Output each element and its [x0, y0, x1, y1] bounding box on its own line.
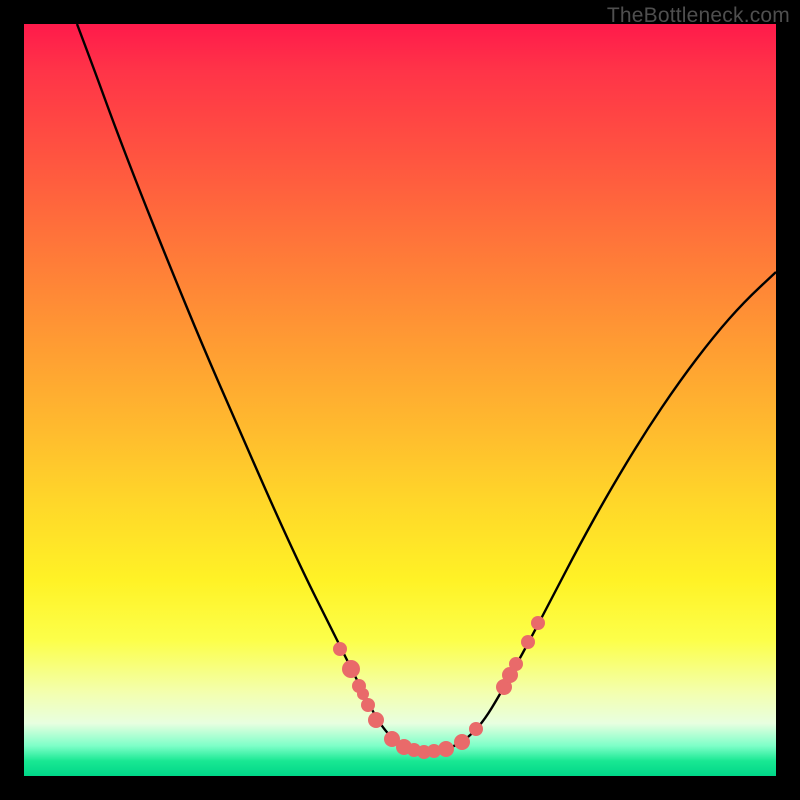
- data-marker: [509, 657, 523, 671]
- chart-frame: [24, 24, 776, 776]
- data-marker: [342, 660, 360, 678]
- data-marker: [333, 642, 347, 656]
- markers-group: [333, 616, 545, 759]
- data-marker: [531, 616, 545, 630]
- chart-svg: [24, 24, 776, 776]
- attribution-text: TheBottleneck.com: [607, 4, 790, 28]
- data-marker: [368, 712, 384, 728]
- data-marker: [454, 734, 470, 750]
- data-marker: [521, 635, 535, 649]
- data-marker: [361, 698, 375, 712]
- data-marker: [438, 741, 454, 757]
- bottleneck-curve: [77, 24, 776, 752]
- data-marker: [469, 722, 483, 736]
